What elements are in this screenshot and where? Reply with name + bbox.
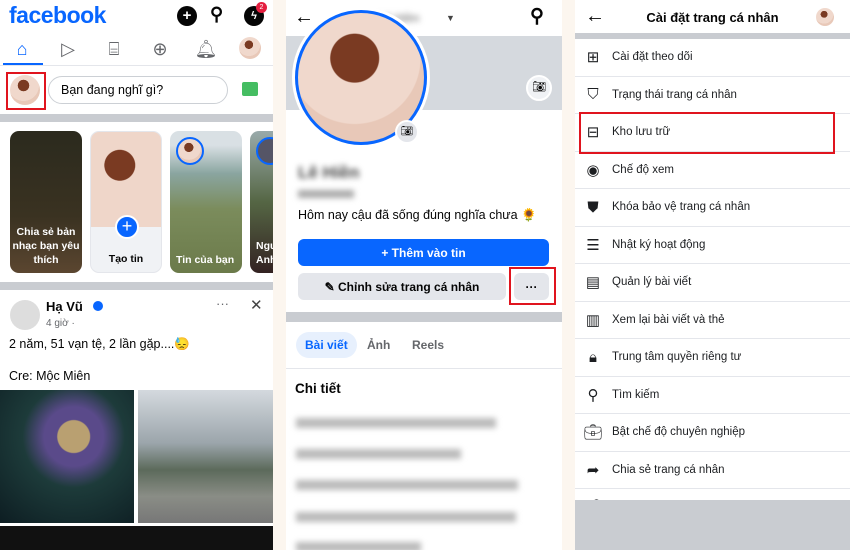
settings-item[interactable]: ▤ Quản lý bài viết	[575, 264, 850, 302]
post-more-button[interactable]: ···	[216, 296, 229, 311]
settings-item-label: Khóa bảo vệ trang cá nhân	[612, 201, 751, 214]
post-time: 4 giờ ·	[46, 318, 75, 329]
tab-video[interactable]: ▷	[50, 36, 86, 62]
post-credit: Cre: Mộc Miên	[9, 369, 91, 383]
settings-item-label: Quản lý bài viết	[612, 276, 692, 289]
highlight-box	[579, 112, 835, 154]
tab-gaming[interactable]: ⊕	[142, 36, 178, 62]
search-icon: ⚲	[587, 386, 599, 404]
follow-settings-icon: ⊞	[586, 49, 600, 67]
detail-item	[296, 542, 421, 550]
news-feed-screen: facebook + ⚲ ϟ 2 ⌂ ▷ ⌸ ⊕ 🔔︎ Bạn đang ngh…	[0, 0, 273, 550]
highlight-box	[509, 267, 556, 305]
tab-menu-avatar[interactable]	[239, 37, 261, 59]
settings-item-label: Nhật ký hoạt động	[612, 238, 706, 251]
settings-item[interactable]: ☰ Nhật ký hoạt động	[575, 227, 850, 264]
avatar-camera-icon[interactable]: 📷︎	[395, 120, 419, 144]
post-close-button[interactable]: ✕	[250, 296, 263, 314]
tab-marketplace[interactable]: ⌸	[96, 36, 132, 62]
page-title: Cài đặt trang cá nhân	[646, 10, 779, 25]
settings-item[interactable]: ◉ Chế độ xem	[575, 152, 850, 189]
tab-photos[interactable]: Ảnh	[367, 338, 390, 352]
back-arrow-icon[interactable]: ←	[294, 6, 314, 29]
settings-item[interactable]: 🔒︎ Trung tâm quyền riêng tư	[575, 339, 850, 377]
account-avatar[interactable]	[816, 8, 834, 26]
story-create[interactable]: + Tạo tin	[90, 131, 162, 273]
add-to-story-button[interactable]: + Thêm vào tin	[298, 239, 549, 266]
cover-camera-icon[interactable]: 📷︎	[526, 75, 552, 101]
lock-icon: 🔒︎	[589, 348, 597, 366]
story-yours[interactable]: Tin của bạn	[170, 131, 242, 273]
settings-item[interactable]: ▥ Xem lại bài viết và thẻ	[575, 302, 850, 339]
settings-item[interactable]: ⛉ Trạng thái trang cá nhân	[575, 77, 850, 114]
settings-item-label: Cài đặt theo dõi	[612, 51, 693, 64]
tab-notifications[interactable]: 🔔︎	[188, 36, 224, 62]
highlight-box	[6, 72, 46, 110]
lock-shield-icon: ⛊	[587, 198, 599, 216]
detail-item	[296, 449, 461, 459]
facebook-logo: facebook	[9, 2, 106, 28]
story-music[interactable]: Chia sẻ bản nhạc bạn yêu thích	[10, 131, 82, 273]
settings-item[interactable]: ➦ Chia sẻ trang cá nhân	[575, 452, 850, 489]
settings-item-label: Trạng thái trang cá nhân	[612, 88, 737, 101]
search-icon[interactable]: ⚲	[210, 4, 223, 25]
composer-input[interactable]: Bạn đang nghĩ gì?	[48, 76, 228, 104]
post-image-row[interactable]	[0, 526, 273, 550]
posts-icon: ▤	[585, 274, 601, 292]
tab-reels[interactable]: Reels	[412, 338, 444, 352]
post-image[interactable]	[0, 390, 134, 523]
friends-count	[298, 190, 354, 198]
edit-profile-button[interactable]: ✎ Chỉnh sửa trang cá nhân	[298, 273, 506, 300]
post-author-avatar[interactable]	[10, 300, 40, 330]
settings-item-label: Chế độ xem	[612, 163, 675, 176]
settings-item[interactable]: ⛊ Khóa bảo vệ trang cá nhân	[575, 189, 850, 227]
tab-posts[interactable]: Bài viết	[296, 332, 357, 358]
settings-item-label: Tìm kiếm	[612, 388, 660, 401]
settings-item-label: Xem lại bài viết và thẻ	[612, 313, 725, 326]
details-title: Chi tiết	[295, 381, 341, 396]
settings-item[interactable]: ⚲ Tìm kiếm	[575, 377, 850, 414]
search-icon[interactable]: ⚲	[530, 5, 544, 28]
settings-item-label: Chia sẻ trang cá nhân	[612, 463, 725, 476]
post-text: 2 năm, 51 vạn tệ, 2 lần gặp....😓	[9, 337, 190, 351]
profile-name: Lê Hiền	[298, 163, 360, 182]
review-icon: ▥	[585, 311, 601, 329]
shield-icon: ⛉	[587, 86, 599, 104]
create-icon[interactable]: +	[177, 6, 197, 26]
settings-item[interactable]: 💼︎ Bật chế độ chuyên nghiệp	[575, 414, 850, 452]
plus-icon: +	[115, 215, 139, 239]
settings-item-label: Trung tâm quyền riêng tư	[612, 351, 742, 364]
settings-item-label: Bật chế độ chuyên nghiệp	[612, 426, 745, 439]
briefcase-icon: 💼︎	[583, 424, 603, 442]
detail-item	[296, 480, 518, 490]
settings-item[interactable]: ⊞ Cài đặt theo dõi	[575, 39, 850, 77]
pencil-icon: ✎	[324, 279, 338, 294]
profile-settings-screen: ← Cài đặt trang cá nhân ⊞ Cài đặt theo dõ…	[575, 0, 850, 550]
story-friend[interactable]: Ngu Anh	[250, 131, 273, 273]
eye-icon: ◉	[586, 161, 600, 179]
detail-item	[296, 512, 516, 522]
dropdown-icon[interactable]: ▼	[446, 13, 455, 23]
detail-item	[296, 418, 496, 428]
list-icon: ☰	[586, 236, 600, 254]
tab-home[interactable]: ⌂	[4, 36, 40, 62]
post-image[interactable]	[138, 390, 273, 523]
share-icon: ➦	[586, 461, 600, 479]
profile-screen: ← Lê Hiền ▼ ⚲ 📷︎ 📷︎ Lê Hiền Hôm nay cậu …	[286, 0, 562, 550]
messenger-badge: 2	[256, 2, 267, 13]
photo-icon[interactable]	[242, 82, 258, 96]
profile-bio: Hôm nay cậu đã sống đúng nghĩa chưa 🌻	[298, 208, 537, 222]
post-author[interactable]: Hạ Vũ	[46, 299, 83, 314]
verified-icon	[93, 301, 103, 311]
